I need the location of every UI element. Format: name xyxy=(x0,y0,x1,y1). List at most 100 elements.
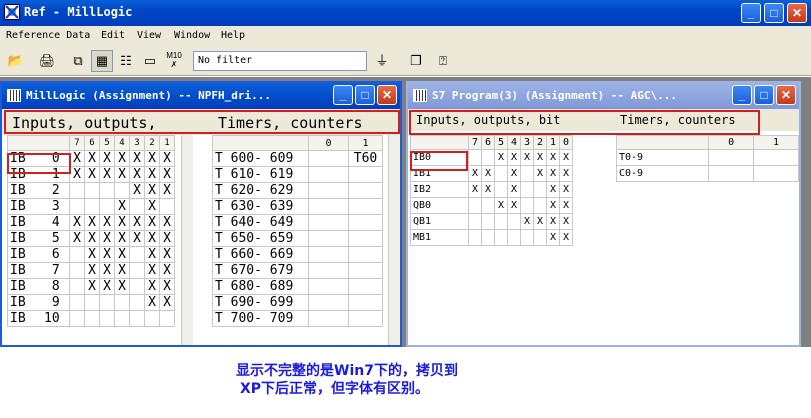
child-minimize-button[interactable]: _ xyxy=(333,85,353,105)
table-row[interactable]: IB 7 X X X X X xyxy=(7,262,175,279)
bit-cell: X xyxy=(69,166,85,183)
assignment-view-icon[interactable]: ▦ xyxy=(91,50,113,72)
menu-help[interactable]: Help xyxy=(221,30,245,41)
timer-value-cell: T60 xyxy=(348,150,383,167)
bit-cell: X xyxy=(144,150,160,167)
child-window-title: MillLogic (Assignment) -- NPFH_dri... xyxy=(26,89,272,102)
operand-number: 3 xyxy=(51,199,60,214)
bit-cell: X xyxy=(559,197,573,214)
milllogic-assignment-window[interactable]: MillLogic (Assignment) -- NPFH_dri... _ … xyxy=(0,81,402,347)
table-row[interactable]: T 630- 639 xyxy=(212,198,383,215)
timer-value-cell xyxy=(308,246,349,263)
bit-cell: X xyxy=(494,149,508,166)
timer-scrollbar[interactable] xyxy=(388,135,400,345)
bit-cell: X xyxy=(114,246,130,263)
table-row[interactable]: IB 3 X X xyxy=(7,198,175,215)
open-folder-icon[interactable]: 📂 xyxy=(5,50,27,72)
table-row[interactable]: T 610- 619 xyxy=(212,166,383,183)
bit-cell xyxy=(507,213,521,230)
table-row[interactable]: IB 9 X X xyxy=(7,294,175,311)
table-row[interactable]: IB 8 X X X X X xyxy=(7,278,175,295)
s7-program-assignment-window[interactable]: S7 Program(3) (Assignment) -- AGC\... _ … xyxy=(406,81,801,347)
table-row[interactable]: MB1 X X xyxy=(410,229,573,246)
bit-column-header: 1 xyxy=(546,135,560,150)
maximize-button[interactable]: □ xyxy=(764,3,784,23)
table-row[interactable]: T 680- 689 xyxy=(212,278,383,295)
timer-range-cell: T 640- 649 xyxy=(212,214,309,231)
bit-cell xyxy=(520,197,534,214)
table-row[interactable]: IB 6 X X X X X xyxy=(7,246,175,263)
timer-range-cell: T 680- 689 xyxy=(212,278,309,295)
menu-reference-data[interactable]: Reference Data xyxy=(6,30,90,41)
table-row[interactable]: QB1 X X X X xyxy=(410,213,573,230)
table-row[interactable]: T 700- 709 xyxy=(212,310,383,327)
unused-symbols-icon[interactable]: ▭ xyxy=(139,50,161,72)
child-title-bar[interactable]: S7 Program(3) (Assignment) -- AGC\... _ … xyxy=(408,83,799,109)
bit-cell: X xyxy=(99,166,115,183)
minimize-button[interactable]: _ xyxy=(741,3,761,23)
table-row[interactable]: T 600- 609 T60 xyxy=(212,150,383,167)
timer-range-cell: T 600- 609 xyxy=(212,150,309,167)
bit-cell: X xyxy=(144,294,160,311)
table-row[interactable]: IB2 X X X X X xyxy=(410,181,573,198)
menu-edit[interactable]: Edit xyxy=(101,30,125,41)
bit-cell xyxy=(69,246,85,263)
operand-cell: IB 6 xyxy=(7,246,70,263)
table-row[interactable]: T0-9 xyxy=(615,149,799,166)
cross-reference-icon[interactable]: ⧉ xyxy=(67,50,89,72)
bit-cell xyxy=(114,182,130,199)
timer-column-header: 1 xyxy=(348,135,383,151)
program-structure-icon[interactable]: ☷ xyxy=(115,50,137,72)
bit-cell: X xyxy=(468,181,482,198)
window-title: Ref - MillLogic xyxy=(24,5,133,19)
io-scrollbar[interactable] xyxy=(181,135,193,345)
table-row[interactable]: T 620- 629 xyxy=(212,182,383,199)
table-row[interactable]: T 640- 649 xyxy=(212,214,383,231)
operand-number: 10 xyxy=(44,311,60,326)
menu-window[interactable]: Window xyxy=(174,30,210,41)
filter-settings-icon[interactable]: ⏚ xyxy=(371,50,393,72)
bit-cell: X xyxy=(559,165,573,182)
close-button[interactable]: ✕ xyxy=(787,3,807,23)
bit-cell: X xyxy=(144,182,160,199)
operand-cell: IB 5 xyxy=(7,230,70,247)
bit-column-header: 3 xyxy=(129,135,145,151)
bit-cell: X xyxy=(144,278,160,295)
bit-cell xyxy=(533,229,547,246)
table-row[interactable]: QB0 X X X X xyxy=(410,197,573,214)
bit-cell: X xyxy=(546,197,560,214)
table-row[interactable]: IB 4 X X X X X X X xyxy=(7,214,175,231)
table-header-row: 01 xyxy=(212,135,383,151)
new-window-icon[interactable]: ❐ xyxy=(405,50,427,72)
table-row[interactable]: T 660- 669 xyxy=(212,246,383,263)
title-bar[interactable]: Ref - MillLogic _ □ ✕ xyxy=(0,0,811,26)
child-minimize-button[interactable]: _ xyxy=(732,85,752,105)
help-pointer-icon[interactable]: ⍰ xyxy=(432,50,454,72)
filter-dropdown[interactable]: No filter xyxy=(193,51,367,71)
app-window: Ref - MillLogic _ □ ✕ Reference Data Edi… xyxy=(0,0,811,418)
bit-column-header: 7 xyxy=(69,135,85,151)
bit-cell xyxy=(129,278,145,295)
operand-cell: IB 10 xyxy=(7,310,70,327)
bit-cell xyxy=(84,310,100,327)
timer-column-header: 0 xyxy=(308,135,349,151)
bit-cell: X xyxy=(533,213,547,230)
operand-name: IB xyxy=(10,183,26,198)
table-row[interactable]: IB 10 xyxy=(7,310,175,327)
child-maximize-button[interactable]: □ xyxy=(754,85,774,105)
table-row[interactable]: IB 5 X X X X X X X xyxy=(7,230,175,247)
table-row[interactable]: T 690- 699 xyxy=(212,294,383,311)
child-title-bar[interactable]: MillLogic (Assignment) -- NPFH_dri... _ … xyxy=(2,83,400,109)
print-icon[interactable]: 🖨 xyxy=(36,50,58,72)
child-close-button[interactable]: ✕ xyxy=(377,85,397,105)
m-io-icon[interactable]: M10 ✗ xyxy=(163,50,185,72)
table-row[interactable]: T 650- 659 xyxy=(212,230,383,247)
menu-view[interactable]: View xyxy=(137,30,161,41)
table-row[interactable]: T 670- 679 xyxy=(212,262,383,279)
child-close-button[interactable]: ✕ xyxy=(776,85,796,105)
child-maximize-button[interactable]: □ xyxy=(355,85,375,105)
bit-cell: X xyxy=(84,214,100,231)
table-row[interactable]: IB 2 X X X xyxy=(7,182,175,199)
timer-column-header: 0 xyxy=(708,135,755,150)
table-row[interactable]: C0-9 xyxy=(615,165,799,182)
